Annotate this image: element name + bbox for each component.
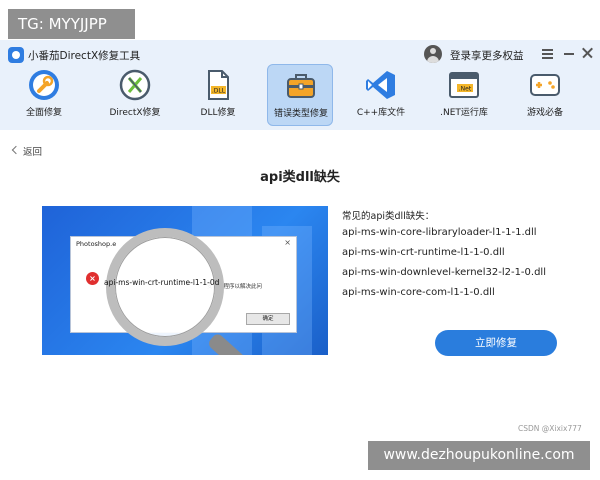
nav-item-dll-repair[interactable]: .DLL DLL修复 [185, 64, 251, 126]
avatar[interactable] [424, 45, 442, 63]
svg-text:.DLL: .DLL [212, 88, 226, 95]
app-logo-icon [8, 47, 24, 63]
menu-icon[interactable] [540, 45, 556, 61]
magnifier-icon [106, 228, 224, 346]
magnified-error-text: api-ms-win-crt-runtime-l1-1-0d [104, 278, 220, 287]
dll-list-item: api-ms-win-core-libraryloader-l1-1-1.dll [342, 227, 537, 238]
dll-file-icon: .DLL [208, 70, 229, 100]
error-icon: × [86, 272, 99, 285]
app-window: 小番茄DirectX修复工具 登录享更多权益 全面修复 DirectX修复 .D… [0, 40, 600, 450]
nav-label: DirectX修复 [109, 108, 161, 118]
close-icon[interactable] [580, 45, 596, 61]
nav-label: DLL修复 [200, 108, 236, 118]
nav-item-full-repair[interactable]: 全面修复 [11, 64, 77, 126]
dialog-ok-button: 确定 [246, 313, 290, 325]
dll-list-item: api-ms-win-crt-runtime-l1-1-0.dll [342, 247, 505, 258]
directx-icon [119, 69, 151, 101]
minimize-icon[interactable] [561, 45, 577, 61]
dll-list-item: api-ms-win-core-com-l1-1-0.dll [342, 287, 495, 298]
wrench-icon [29, 70, 59, 100]
nav-item-game-essentials[interactable]: 游戏必备 [512, 64, 578, 126]
dialog-title: Photoshop.e [76, 240, 117, 248]
nav-item-cpp-libraries[interactable]: C++库文件 [348, 64, 414, 126]
error-illustration: Photoshop.e × × 安装该程序以解决此问 确定 api-ms-win… [42, 206, 328, 355]
back-label: 返回 [23, 147, 43, 158]
visual-studio-icon [366, 71, 395, 99]
dotnet-icon: .Net [449, 72, 479, 98]
login-link[interactable]: 登录享更多权益 [450, 48, 524, 63]
tg-watermark-badge: TG: MYYJJPP [8, 9, 135, 39]
page-title: api类dll缺失 [260, 170, 340, 185]
dll-list-item: api-ms-win-downlevel-kernel32-l2-1-0.dll [342, 267, 546, 278]
toolbox-icon [287, 74, 315, 98]
app-header: 小番茄DirectX修复工具 登录享更多权益 全面修复 DirectX修复 .D… [0, 40, 600, 130]
nav-item-dotnet-runtime[interactable]: .Net .NET运行库 [431, 64, 497, 126]
app-title: 小番茄DirectX修复工具 [28, 50, 141, 62]
nav-label: 错误类型修复 [273, 109, 328, 119]
site-watermark-banner: www.dezhoupukonline.com [368, 441, 590, 470]
svg-text:.Net: .Net [459, 86, 472, 93]
dialog-close-icon: × [284, 238, 291, 247]
nav-label: C++库文件 [356, 108, 406, 118]
nav-item-error-type-repair[interactable]: 错误类型修复 [267, 64, 333, 126]
nav-label: 游戏必备 [526, 108, 563, 118]
nav-label: 全面修复 [25, 108, 62, 118]
gamepad-icon [530, 74, 560, 96]
csdn-credit: CSDN @Xixix777 [518, 424, 582, 433]
repair-now-button[interactable]: 立即修复 [435, 330, 557, 356]
nav-item-directx-repair[interactable]: DirectX修复 [102, 64, 168, 126]
nav-label: .NET运行库 [440, 108, 488, 118]
back-link[interactable]: 返回 [13, 144, 42, 158]
missing-dll-heading: 常见的api类dll缺失： [342, 211, 435, 222]
